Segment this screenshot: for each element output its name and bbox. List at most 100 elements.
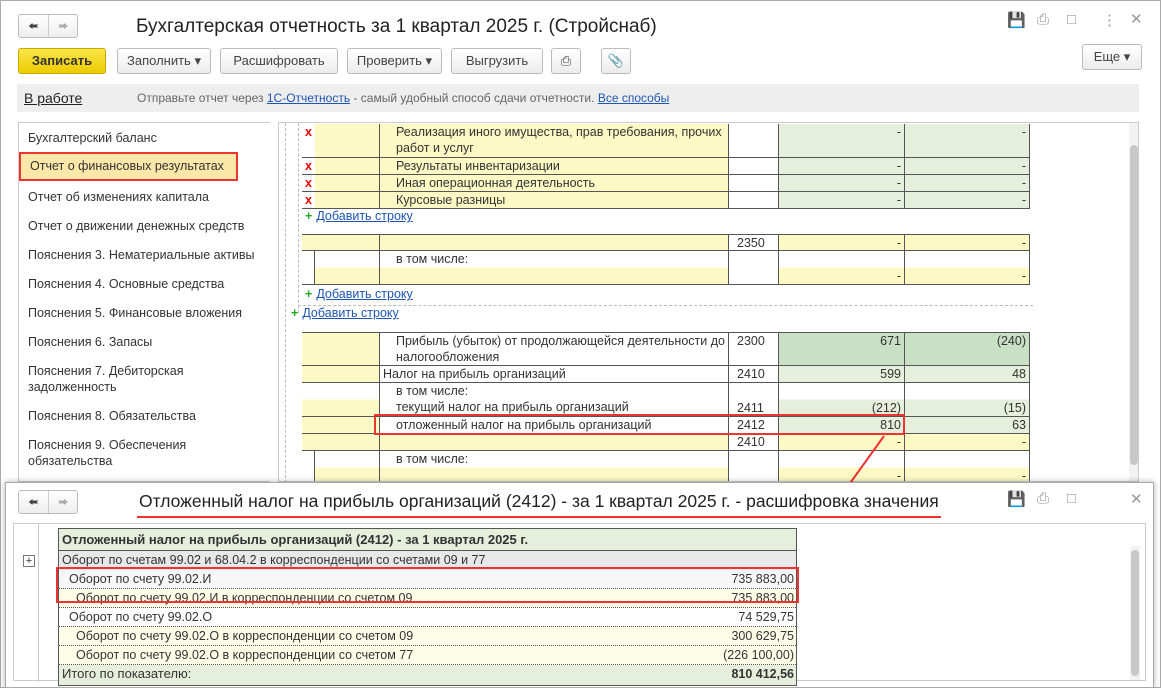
row-value-previous[interactable]: -: [905, 124, 1030, 157]
delete-icon[interactable]: x: [302, 175, 315, 191]
row-name: в том числе:: [380, 451, 729, 481]
row-value-current[interactable]: 671: [779, 333, 905, 365]
row-value-previous[interactable]: (15): [905, 383, 1030, 416]
row-name[interactable]: [380, 235, 729, 250]
delete-icon[interactable]: x: [302, 192, 315, 208]
printer-icon: ⎙: [560, 53, 572, 68]
add-row-link[interactable]: + Добавить строку: [305, 209, 413, 223]
row-value-previous[interactable]: -: [905, 235, 1030, 250]
back-icon[interactable]: 🢘: [19, 15, 48, 37]
decoding-line[interactable]: Оборот по счету 99.02.И в корреспонденци…: [59, 589, 796, 608]
row-value-current[interactable]: -: [779, 175, 905, 191]
row-code: 2410: [729, 434, 779, 450]
sidebar-item-cash-flow[interactable]: Отчет о движении денежных средств: [19, 218, 253, 234]
row-value-current[interactable]: -: [779, 192, 905, 208]
row-name[interactable]: Иная операционная деятельность: [380, 175, 729, 191]
scroll-thumb[interactable]: [1130, 145, 1138, 465]
sidebar-item-financial-results[interactable]: Отчет о финансовых результатах: [19, 152, 238, 181]
save-icon[interactable]: 💾: [1007, 490, 1026, 508]
1c-reporting-link[interactable]: 1С-Отчетность: [267, 91, 350, 105]
sidebar-item-receivables[interactable]: Пояснения 7. Дебиторская задолженность: [19, 363, 199, 395]
row-value-previous[interactable]: -: [905, 251, 1030, 284]
row-value-current[interactable]: -: [779, 235, 905, 250]
save-icon[interactable]: 💾: [1007, 11, 1026, 29]
decoding-line[interactable]: Оборот по счету 99.02.О в корреспонденци…: [59, 627, 796, 646]
save-button[interactable]: Записать: [18, 48, 106, 74]
preview-icon[interactable]: □: [1067, 11, 1076, 28]
expand-icon[interactable]: +: [23, 555, 35, 567]
sidebar-item-capital-changes[interactable]: Отчет об изменениях капитала: [19, 189, 218, 205]
print-icon[interactable]: ⎙: [1037, 490, 1049, 507]
row-code: 2411: [729, 383, 779, 416]
row-value-previous[interactable]: -: [905, 175, 1030, 191]
sidebar-item-liabilities[interactable]: Пояснения 8. Обязательства: [19, 408, 205, 424]
nav-buttons: 🢘 🢚: [18, 14, 78, 38]
print-button[interactable]: ⎙: [551, 48, 581, 74]
vertical-scrollbar[interactable]: [1130, 546, 1140, 680]
sidebar-item-investments[interactable]: Пояснения 5. Финансовые вложения: [19, 305, 251, 321]
more-vert-icon[interactable]: ⋮: [1102, 11, 1117, 29]
all-methods-link[interactable]: Все способы: [598, 91, 670, 105]
scroll-thumb[interactable]: [1131, 550, 1139, 676]
row-value-previous[interactable]: -: [905, 192, 1030, 208]
add-row-label[interactable]: Добавить строку: [302, 306, 398, 320]
sidebar-item-fixed-assets[interactable]: Пояснения 4. Основные средства: [19, 276, 233, 292]
row-code: 2410: [729, 366, 779, 382]
row-name[interactable]: Курсовые разницы: [380, 192, 729, 208]
sidebar-item-intangibles[interactable]: Пояснения 3. Нематериальные активы: [19, 247, 264, 263]
decoding-line[interactable]: Оборот по счету 99.02.О 74 529,75: [59, 608, 796, 627]
print-icon[interactable]: ⎙: [1037, 11, 1049, 28]
row-name[interactable]: Реализация иного имущества, прав требова…: [380, 124, 729, 157]
row-value-previous[interactable]: (240): [905, 333, 1030, 365]
decode-button[interactable]: Расшифровать: [220, 48, 338, 74]
dropdown-icon: ▾: [425, 53, 433, 68]
row-value-current[interactable]: 599: [779, 366, 905, 382]
add-row-label[interactable]: Добавить строку: [316, 287, 412, 301]
dropdown-icon: ▾: [1123, 49, 1131, 64]
table-row-highlighted: отложенный налог на прибыль организаций 2…: [302, 417, 1030, 434]
row-value-previous[interactable]: 63: [905, 417, 1030, 433]
row-value-current[interactable]: (212): [779, 383, 905, 416]
sidebar-item-guarantees[interactable]: Пояснения 9. Обеспечения обязательства: [19, 437, 209, 469]
back-icon[interactable]: 🢘: [19, 491, 48, 513]
sidebar-item-balance[interactable]: Бухгалтерский баланс: [19, 130, 166, 146]
row-value-previous[interactable]: -: [905, 451, 1030, 481]
fill-button[interactable]: Заполнить ▾: [117, 48, 211, 74]
more-button[interactable]: Еще ▾: [1082, 44, 1142, 70]
export-button[interactable]: Выгрузить: [451, 48, 543, 74]
close-icon[interactable]: ✕: [1130, 490, 1143, 508]
row-value-current[interactable]: -: [779, 158, 905, 174]
decoding-line[interactable]: Оборот по счету 99.02.О в корреспонденци…: [59, 646, 796, 665]
close-icon[interactable]: ✕: [1130, 10, 1143, 28]
fill-label: Заполнить: [127, 53, 191, 68]
delete-icon[interactable]: x: [302, 124, 315, 157]
row-value-current[interactable]: -: [779, 251, 905, 284]
add-row-link[interactable]: + Добавить строку: [305, 287, 413, 301]
attach-button[interactable]: 📎: [601, 48, 631, 74]
table-row: x Иная операционная деятельность - -: [302, 175, 1030, 192]
table-row: x Результаты инвентаризации - -: [302, 158, 1030, 175]
current-tax-label: текущий налог на прибыль организаций: [396, 400, 629, 414]
status-link[interactable]: В работе: [24, 90, 82, 106]
row-value-current[interactable]: -: [779, 124, 905, 157]
vertical-scrollbar[interactable]: [1129, 123, 1138, 481]
main-window: 🢘 🢚 Бухгалтерская отчетность за 1 квартал…: [0, 0, 1161, 688]
forward-icon[interactable]: 🢚: [48, 15, 77, 37]
sidebar-item-inventory[interactable]: Пояснения 6. Запасы: [19, 334, 161, 350]
row-code: [729, 175, 779, 191]
row-value-previous[interactable]: 48: [905, 366, 1030, 382]
row-value-previous[interactable]: -: [905, 434, 1030, 450]
check-button[interactable]: Проверить ▾: [347, 48, 442, 74]
decoding-line[interactable]: Оборот по счету 99.02.И 735 883,00: [59, 570, 796, 589]
status-message: Отправьте отчет через 1С-Отчетность - са…: [137, 91, 669, 105]
add-row-link[interactable]: + Добавить строку: [291, 306, 399, 320]
forward-icon[interactable]: 🢚: [48, 491, 77, 513]
row-name[interactable]: Результаты инвентаризации: [380, 158, 729, 174]
delete-icon[interactable]: x: [302, 158, 315, 174]
row-value-previous[interactable]: -: [905, 158, 1030, 174]
table-row: 2410- -: [302, 434, 1030, 451]
row-code: 2350: [729, 235, 779, 250]
table-row: x Реализация иного имущества, прав требов…: [302, 124, 1030, 158]
add-row-label[interactable]: Добавить строку: [316, 209, 412, 223]
preview-icon[interactable]: □: [1067, 490, 1076, 507]
